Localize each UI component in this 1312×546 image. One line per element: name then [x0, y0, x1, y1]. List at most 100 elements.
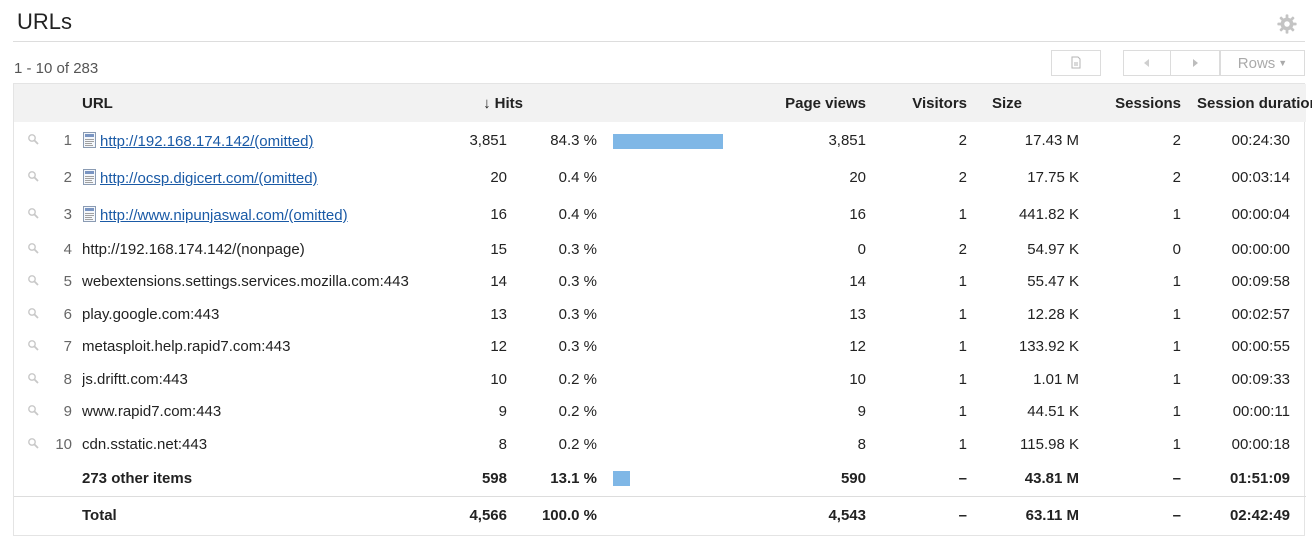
duration-value: 00:00:00	[1231, 240, 1290, 258]
col-header-visitors[interactable]: Visitors	[882, 84, 983, 122]
magnifier-icon[interactable]	[27, 372, 39, 384]
size-value: 54.97 K	[1027, 240, 1079, 258]
visitors-value: 1	[958, 273, 967, 291]
url-text: metasploit.help.rapid7.com:443	[82, 338, 291, 356]
sessions-value: 1	[1172, 273, 1181, 291]
url-link[interactable]: http://192.168.174.142/(omitted)	[100, 133, 313, 150]
sessions-value: 2	[1172, 132, 1181, 149]
document-icon	[1071, 56, 1081, 69]
hits-value: 13	[490, 305, 507, 323]
url-link[interactable]: http://ocsp.digicert.com/(omitted)	[100, 170, 318, 187]
page-views-value: 3,851	[828, 132, 866, 149]
page-views-value: 13	[849, 305, 866, 323]
hits-value: 20	[490, 169, 507, 186]
row-number: 6	[63, 305, 72, 323]
gear-icon[interactable]	[1276, 13, 1298, 35]
next-page-button[interactable]	[1171, 50, 1220, 76]
page-views-value: 9	[857, 403, 866, 421]
table-row: 6 play.google.com:443 13 0.3 % 13 1 12.28 K 1 00…	[14, 298, 1306, 331]
duration-value: 00:24:30	[1231, 132, 1290, 149]
magnifier-icon[interactable]	[27, 339, 39, 351]
url-text: js.driftt.com:443	[82, 370, 188, 388]
triangle-right-icon	[1193, 59, 1198, 67]
other-visitors: –	[958, 469, 967, 487]
sessions-value: 1	[1172, 206, 1181, 223]
col-header-sessions[interactable]: Sessions	[1095, 84, 1197, 122]
url-text: cdn.sstatic.net:443	[82, 435, 208, 453]
page-views-value: 8	[857, 435, 866, 453]
size-value: 17.75 K	[1027, 169, 1079, 186]
url-link[interactable]: http://www.nipunjaswal.com/(omitted)	[100, 207, 348, 224]
row-number: 2	[63, 169, 72, 186]
other-size: 43.81 M	[1024, 469, 1079, 487]
magnifier-icon[interactable]	[27, 207, 39, 219]
size-value: 55.47 K	[1027, 273, 1079, 291]
magnifier-icon[interactable]	[27, 170, 39, 182]
magnifier-icon[interactable]	[27, 404, 39, 416]
col-header-size[interactable]: Size	[983, 84, 1095, 122]
duration-value: 00:00:04	[1231, 206, 1290, 223]
hits-percent: 0.3 %	[558, 305, 597, 323]
caret-down-icon: ▼	[1278, 58, 1288, 68]
page-views-value: 0	[857, 240, 866, 258]
row-number: 7	[63, 338, 72, 356]
export-button[interactable]	[1051, 50, 1101, 76]
hits-value: 12	[490, 338, 507, 356]
hits-value: 16	[490, 206, 507, 223]
other-duration: 01:51:09	[1229, 469, 1290, 487]
size-value: 44.51 K	[1027, 403, 1079, 421]
total-duration: 02:42:49	[1229, 507, 1290, 525]
duration-value: 00:02:57	[1231, 305, 1290, 323]
sessions-value: 1	[1172, 403, 1181, 421]
size-value: 115.98 K	[1020, 435, 1079, 453]
page-views-value: 12	[849, 338, 866, 356]
rows-dropdown[interactable]: Rows ▼	[1220, 50, 1305, 76]
magnifier-icon[interactable]	[27, 307, 39, 319]
visitors-value: 1	[958, 435, 967, 453]
table-row: 2 http://ocsp.digicert.com/(omitted) 20 0.4…	[14, 159, 1306, 196]
table-row: 8 js.driftt.com:443 10 0.2 % 10 1 1.01 M 1 00:09…	[14, 363, 1306, 396]
row-number: 5	[63, 273, 72, 291]
col-header-session-duration[interactable]: Session duration	[1197, 84, 1312, 122]
hits-percent: 0.3 %	[558, 240, 597, 258]
magnifier-icon[interactable]	[27, 437, 39, 449]
total-hits: 4,566	[469, 507, 507, 525]
visitors-value: 1	[958, 338, 967, 356]
col-header-url[interactable]: URL	[82, 84, 456, 122]
magnifier-icon[interactable]	[27, 242, 39, 254]
table-row: 4 http://192.168.174.142/(nonpage) 15 0.3 %…	[14, 233, 1306, 266]
page-title: URLs	[17, 9, 73, 34]
magnifier-icon[interactable]	[27, 133, 39, 145]
size-value: 441.82 K	[1018, 206, 1079, 223]
total-visitors: –	[958, 507, 967, 525]
magnifier-icon[interactable]	[27, 274, 39, 286]
table-row: 9 www.rapid7.com:443 9 0.2 % 9 1 44.51 K 1 00:00…	[14, 396, 1306, 429]
total-sessions: –	[1172, 507, 1181, 525]
visitors-value: 1	[958, 403, 967, 421]
row-number: 3	[63, 206, 72, 223]
sessions-value: 1	[1172, 435, 1181, 453]
sessions-value: 0	[1172, 240, 1181, 258]
duration-value: 00:00:11	[1232, 403, 1290, 421]
total-page-views: 4,543	[828, 507, 866, 525]
hits-value: 9	[498, 403, 507, 421]
visitors-value: 2	[958, 132, 967, 149]
visitors-value: 2	[958, 169, 967, 186]
hits-percent: 0.4 %	[558, 206, 597, 223]
page-icon	[83, 206, 96, 222]
urls-table: URL ↓ Hits Page views Visitors Size Sessi…	[13, 83, 1312, 536]
page-icon	[83, 132, 96, 148]
page-views-value: 14	[849, 273, 866, 291]
sessions-value: 2	[1172, 169, 1181, 186]
row-number: 9	[63, 403, 72, 421]
table-row: 1 http://192.168.174.142/(omitted) 3,851 84…	[14, 122, 1306, 159]
page-icon	[83, 169, 96, 185]
col-header-page-views[interactable]: Page views	[752, 84, 882, 122]
url-text: webextensions.settings.services.mozilla.…	[82, 273, 409, 291]
prev-page-button[interactable]	[1123, 50, 1171, 76]
hits-percent: 0.3 %	[558, 273, 597, 291]
title-divider	[13, 41, 1305, 42]
duration-value: 00:00:18	[1231, 435, 1290, 453]
visitors-value: 1	[958, 370, 967, 388]
col-header-hits[interactable]: ↓ Hits	[456, 84, 523, 122]
